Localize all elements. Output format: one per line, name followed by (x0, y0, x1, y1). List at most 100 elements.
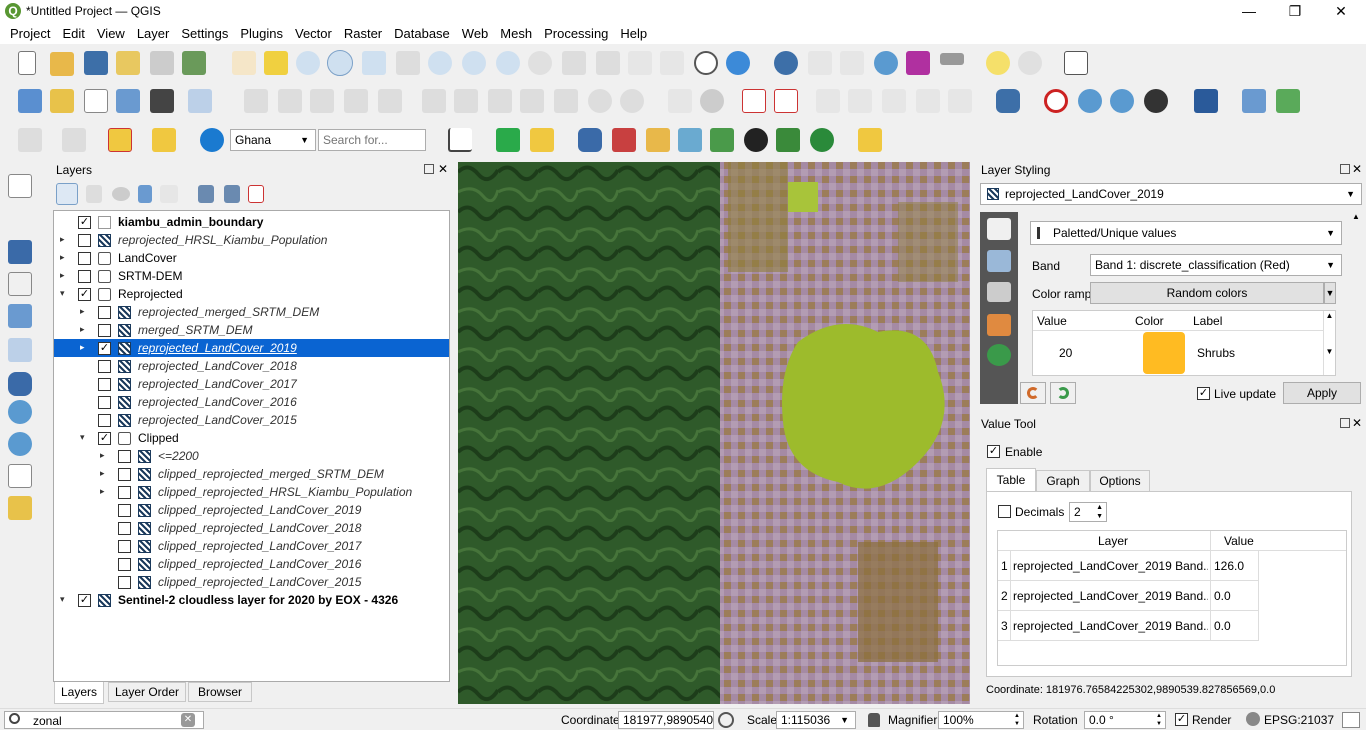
tab-options[interactable]: Options (1090, 470, 1150, 492)
add-wcs-icon[interactable] (8, 432, 32, 456)
layer-tree-row[interactable]: clipped_reprojected_LandCover_2017 (54, 537, 449, 555)
save-edits-icon[interactable] (310, 89, 334, 113)
menu-help[interactable]: Help (614, 26, 653, 41)
add-geopackage-icon[interactable] (8, 496, 32, 520)
info-plugin-icon[interactable] (810, 128, 834, 152)
menu-settings[interactable]: Settings (175, 26, 234, 41)
coordinate-field[interactable]: 181977,9890540 (618, 711, 714, 729)
menu-raster[interactable]: Raster (338, 26, 388, 41)
python-console-icon[interactable] (578, 128, 602, 152)
help-icon[interactable] (1194, 89, 1218, 113)
toggle-editing-icon[interactable] (278, 89, 302, 113)
layer-visibility-checkbox[interactable] (98, 396, 111, 409)
topology-checker-icon[interactable] (1044, 89, 1068, 113)
layer-tree-row[interactable]: ▸ merged_SRTM_DEM (54, 321, 449, 339)
redo-style-button[interactable] (1050, 382, 1076, 404)
close-button[interactable]: ✕ (1318, 0, 1364, 22)
add-mesh-layer-icon[interactable] (8, 240, 32, 264)
value-row[interactable]: 1 reprojected_LandCover_2019 Band... 126.0 (998, 551, 1259, 581)
layer-tree-row[interactable]: clipped_reprojected_LandCover_2016 (54, 555, 449, 573)
add-wms-icon[interactable] (8, 400, 32, 424)
toggle-extents-icon[interactable] (718, 712, 734, 728)
new-3d-map-icon[interactable] (596, 51, 620, 75)
layer-tree-row[interactable]: ▸ LandCover (54, 249, 449, 267)
zoom-to-selection-icon[interactable] (396, 51, 420, 75)
render-checkbox[interactable]: ✓ (1175, 713, 1188, 726)
label-change-icon[interactable] (916, 89, 940, 113)
label-rotate-icon[interactable] (882, 89, 906, 113)
palette-row[interactable]: 20 Shrubs (1033, 331, 1323, 375)
layer-tree-row[interactable]: ▸ reprojected_HRSL_Kiambu_Population (54, 231, 449, 249)
style-manager-icon[interactable] (182, 51, 206, 75)
layer-visibility-checkbox[interactable] (98, 324, 111, 337)
label-abc-icon[interactable] (668, 89, 692, 113)
menu-layer[interactable]: Layer (131, 26, 176, 41)
layer-tree-row[interactable]: ▸ clipped_reprojected_merged_SRTM_DEM (54, 465, 449, 483)
expand-arrow-icon[interactable]: ▸ (60, 252, 65, 263)
tab-graph[interactable]: Graph (1036, 470, 1090, 492)
layer-tree-row[interactable]: reprojected_LandCover_2018 (54, 357, 449, 375)
add-vertex-icon[interactable] (84, 89, 108, 113)
add-spatialite-icon[interactable] (8, 304, 32, 328)
custom-plugin-icon[interactable] (858, 128, 882, 152)
expand-arrow-icon[interactable]: ▸ (80, 306, 85, 317)
zoom-out-icon[interactable] (327, 50, 353, 76)
locator-bar[interactable]: zonal ✕ (4, 711, 204, 729)
field-calculator-icon[interactable] (840, 51, 864, 75)
qgis2web-icon[interactable] (612, 128, 636, 152)
quickmap-search-icon[interactable] (496, 128, 520, 152)
collapse-arrow-icon[interactable]: ▾ (60, 594, 65, 605)
crs-globe-icon[interactable] (1246, 712, 1260, 726)
expand-arrow-icon[interactable]: ▸ (60, 234, 65, 245)
expand-arrow-icon[interactable]: ▸ (80, 324, 85, 335)
new-bookmark-icon[interactable] (628, 51, 652, 75)
menu-view[interactable]: View (91, 26, 131, 41)
layer-select-combo[interactable]: reprojected_LandCover_2019 ▼ (980, 183, 1362, 205)
map-tips-icon[interactable] (986, 51, 1010, 75)
filter-legend-icon[interactable] (138, 185, 152, 203)
temporal-controller-icon[interactable] (694, 51, 718, 75)
menu-mesh[interactable]: Mesh (494, 26, 538, 41)
text-annotation-icon[interactable] (1064, 51, 1088, 75)
color-ramp-dropdown-icon[interactable]: ▼ (1324, 282, 1336, 304)
decimals-spinbox[interactable]: 2 ▲ ▼ (1069, 502, 1107, 522)
select-location-icon[interactable] (152, 128, 176, 152)
redo-icon[interactable] (620, 89, 644, 113)
magnifier-spinbox[interactable]: 100% ▲ ▼ (938, 711, 1024, 729)
manage-visibility-icon[interactable] (112, 187, 130, 201)
layer-tree-row[interactable]: ▾ ✓ Sentinel-2 cloudless layer for 2020 by… (54, 591, 449, 609)
live-update-checkbox[interactable]: ✓ (1197, 387, 1210, 400)
refresh-icon[interactable] (726, 51, 750, 75)
palette-scrollbar[interactable]: ▲ ▼ (1323, 311, 1335, 375)
menu-edit[interactable]: Edit (56, 26, 90, 41)
layout-manager-icon[interactable] (150, 51, 174, 75)
measure-line-icon[interactable] (940, 53, 964, 65)
layer-visibility-checkbox[interactable] (98, 306, 111, 319)
layer-tree-row[interactable]: ▾ ✓ Reprojected (54, 285, 449, 303)
locator-filter-combo[interactable]: Ghana ▼ (230, 129, 316, 151)
zoom-native-icon[interactable] (462, 51, 486, 75)
menu-web[interactable]: Web (456, 26, 495, 41)
remove-layer-icon[interactable] (248, 185, 264, 203)
label-diagram-icon[interactable] (948, 89, 972, 113)
vertex-tool-icon[interactable] (378, 89, 402, 113)
transparency-tab-icon[interactable] (987, 250, 1011, 272)
processing-toolbox-icon[interactable] (874, 51, 898, 75)
expand-arrow-icon[interactable]: ▸ (60, 270, 65, 281)
layer-visibility-checkbox[interactable]: ✓ (98, 342, 111, 355)
virtual-layer-icon[interactable] (188, 89, 212, 113)
layer-visibility-checkbox[interactable] (98, 378, 111, 391)
statistical-summary-icon[interactable] (906, 51, 930, 75)
copy-features-icon[interactable] (520, 89, 544, 113)
new-vector-layer-icon[interactable] (18, 89, 42, 113)
band-combo[interactable]: Band 1: discrete_classification (Red) ▼ (1090, 254, 1342, 276)
add-group-icon[interactable] (86, 185, 102, 203)
save-project-icon[interactable] (84, 51, 108, 75)
layer-tree-row[interactable]: reprojected_LandCover_2015 (54, 411, 449, 429)
lock-scale-icon[interactable] (868, 713, 880, 727)
wms-globe-icon[interactable] (1078, 89, 1102, 113)
float-panel-icon[interactable] (1340, 164, 1350, 174)
zoom-to-layer-icon[interactable] (428, 51, 452, 75)
close-panel-icon[interactable]: ✕ (438, 162, 448, 176)
add-vector-layer-icon[interactable] (8, 174, 32, 198)
